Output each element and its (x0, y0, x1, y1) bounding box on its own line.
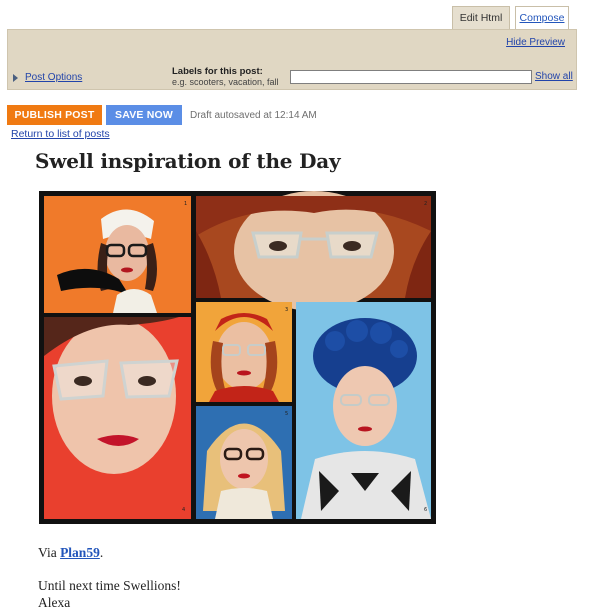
labels-title: Labels for this post: (172, 66, 263, 77)
tab-edit-html[interactable]: Edit Html (452, 6, 510, 30)
collage-panel-3: 3 (196, 302, 292, 402)
hide-preview-link[interactable]: Hide Preview (506, 37, 565, 48)
panel-number-3: 3 (285, 307, 288, 313)
eyewear-collage-image: 1 2 4 3 5 6 (39, 191, 436, 524)
labels-input[interactable] (290, 70, 532, 84)
via-prefix: Via (38, 545, 61, 560)
publish-post-button[interactable]: PUBLISH POST (7, 105, 102, 125)
via-suffix: . (99, 545, 104, 560)
collage-panel-1: 1 (44, 196, 191, 313)
editor-toolbar-panel: Hide Preview Post Options Labels for thi… (7, 29, 577, 90)
plan59-link[interactable]: Plan59 (60, 545, 100, 560)
labels-hint: e.g. scooters, vacation, fall (172, 77, 279, 87)
expand-triangle-icon (13, 73, 18, 82)
collage-panel-6: 6 (296, 302, 431, 519)
show-all-link[interactable]: Show all (535, 71, 573, 82)
panel-number-1: 1 (184, 201, 187, 207)
tab-compose[interactable]: Compose (515, 6, 569, 30)
closing-line: Until next time Swellions! (38, 578, 181, 593)
panel-number-2: 2 (424, 201, 427, 207)
panel-number-4: 4 (182, 507, 185, 513)
via-line: Via Plan59. (38, 545, 103, 561)
save-now-button[interactable]: SAVE NOW (106, 105, 182, 125)
collage-panel-2: 2 (196, 191, 431, 311)
return-to-posts-link[interactable]: Return to list of posts (11, 128, 110, 140)
panel-number-6: 6 (424, 507, 427, 513)
post-options-label: Post Options (25, 72, 83, 83)
collage-panel-5: 5 (196, 406, 292, 519)
signature: Alexa (38, 595, 71, 610)
post-title: Swell inspiration of the Day (35, 149, 341, 173)
collage-panel-4: 4 (44, 317, 191, 519)
post-options-toggle[interactable]: Post Options (13, 72, 82, 83)
autosave-status: Draft autosaved at 12:14 AM (190, 110, 317, 121)
panel-number-5: 5 (285, 411, 288, 417)
